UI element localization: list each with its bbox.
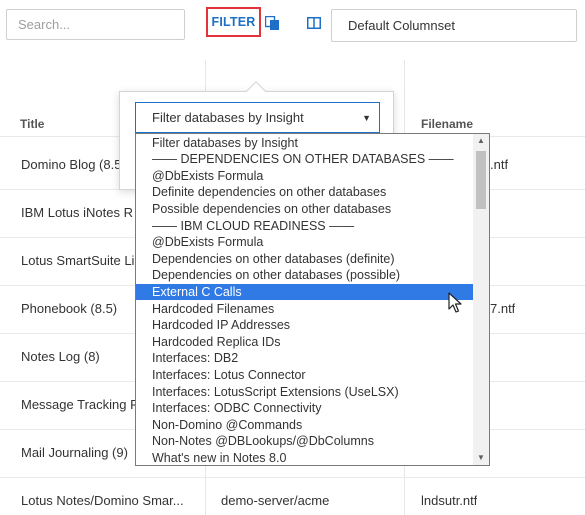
- header-title[interactable]: Title: [20, 117, 44, 131]
- insight-select-value: Filter databases by Insight: [152, 110, 304, 125]
- option-group-header: —— IBM CLOUD READINESS ——: [152, 218, 355, 233]
- option[interactable]: Non-Notes @DBLookups/@DbColumns: [136, 433, 473, 450]
- option[interactable]: @DbExists Formula: [136, 234, 473, 251]
- scroll-thumb[interactable]: [476, 151, 486, 209]
- option[interactable]: Dependencies on other databases (possibl…: [136, 267, 473, 284]
- table-cell-title[interactable]: Lotus Notes/Domino Smar...: [21, 493, 201, 508]
- search-input[interactable]: [6, 9, 185, 40]
- header-filename[interactable]: Filename: [421, 117, 473, 131]
- caret-down-icon: ▼: [362, 113, 371, 123]
- table-cell-filename: lndsutr.ntf: [421, 493, 478, 508]
- option[interactable]: Filter databases by Insight: [136, 135, 473, 152]
- option-highlighted[interactable]: External C Calls: [136, 283, 473, 301]
- scroll-down-icon[interactable]: ▼: [473, 451, 489, 465]
- insight-filter-select[interactable]: Filter databases by Insight ▼: [135, 102, 380, 133]
- option[interactable]: Interfaces: LotusScript Extensions (UseL…: [136, 384, 473, 401]
- option[interactable]: Possible dependencies on other databases: [136, 201, 473, 218]
- option[interactable]: Interfaces: DB2: [136, 350, 473, 367]
- row-divider: [0, 477, 585, 478]
- mouse-pointer-icon: [448, 292, 462, 313]
- table-cell-server: demo-server/acme: [221, 493, 330, 508]
- option[interactable]: Interfaces: ODBC Connectivity: [136, 400, 473, 417]
- table-cell-filename: 7.ntf: [490, 301, 516, 316]
- option[interactable]: Hardcoded IP Addresses: [136, 317, 473, 334]
- table-cell-filename: .ntf: [490, 157, 509, 172]
- columns-icon[interactable]: [307, 17, 321, 29]
- list-scrollbar[interactable]: ▲ ▼: [473, 134, 489, 465]
- option[interactable]: Hardcoded Replica IDs: [136, 334, 473, 351]
- columnset-select[interactable]: Default Columnset: [331, 9, 577, 42]
- option[interactable]: Interfaces: Lotus Connector: [136, 367, 473, 384]
- scroll-up-icon[interactable]: ▲: [473, 134, 489, 148]
- option-group-header: —— DEPENDENCIES ON OTHER DATABASES ——: [152, 152, 454, 167]
- option[interactable]: Hardcoded Filenames: [136, 301, 473, 318]
- columnset-value: Default Columnset: [348, 18, 455, 33]
- option[interactable]: What's new in Notes 8.0: [136, 450, 473, 465]
- option[interactable]: Definite dependencies on other databases: [136, 184, 473, 201]
- copy-icon[interactable]: [265, 16, 280, 31]
- option[interactable]: @DbExists Formula: [136, 168, 473, 185]
- filter-button[interactable]: FILTER: [206, 7, 261, 37]
- option[interactable]: Dependencies on other databases (definit…: [136, 251, 473, 268]
- insight-options-list[interactable]: Filter databases by Insight —— DEPENDENC…: [135, 133, 490, 466]
- option[interactable]: Non-Domino @Commands: [136, 417, 473, 434]
